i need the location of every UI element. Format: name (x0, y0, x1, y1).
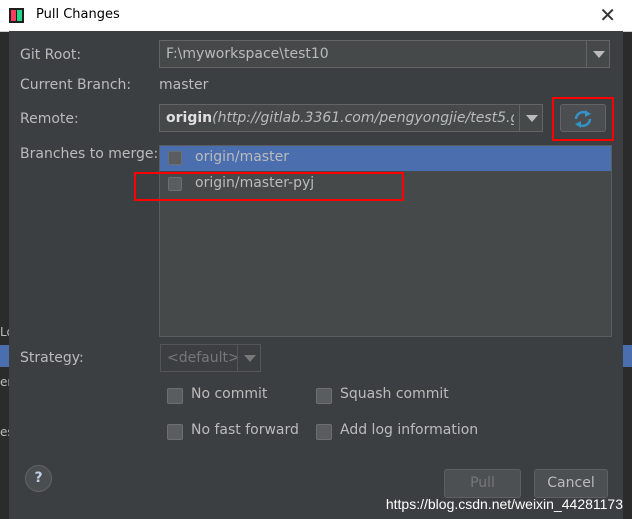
add-log-information-label: Add log information (340, 422, 479, 438)
branch-label: origin/master (195, 149, 289, 165)
dialog-titlebar: Pull Changes ✕ (0, 0, 632, 32)
background-ide-right-edge (623, 0, 632, 519)
no-commit-checkbox[interactable] (167, 388, 183, 404)
no-fast-forward-label: No fast forward (191, 422, 299, 438)
branches-to-merge-label: Branches to merge: (20, 146, 159, 162)
remote-label: Remote: (20, 111, 79, 127)
help-icon: ? (34, 470, 43, 486)
remote-name: origin (166, 110, 213, 126)
background-ide-left-edge: Lo er es (0, 0, 14, 519)
strategy-select[interactable]: <default> (160, 344, 261, 372)
intellij-app-icon (9, 8, 24, 23)
list-item-origin-master[interactable]: origin/master (160, 146, 611, 171)
help-button[interactable]: ? (25, 465, 52, 492)
git-root-value: F:\myworkspace\test10 (166, 46, 329, 62)
remote-url: (http://gitlab.3361.com/pengyongjie/test… (212, 110, 514, 126)
strategy-label: Strategy: (20, 350, 84, 366)
squash-commit-label: Squash commit (340, 386, 449, 402)
current-branch-value: master (159, 77, 209, 93)
pull-button[interactable]: Pull (444, 469, 521, 498)
pull-changes-dialog: Git Root: F:\myworkspace\test10 Current … (9, 31, 623, 519)
branch-checkbox[interactable] (168, 151, 182, 165)
cancel-button[interactable]: Cancel (534, 469, 608, 498)
no-commit-label: No commit (191, 386, 268, 402)
background-selection-bar (0, 345, 9, 367)
dialog-title: Pull Changes (36, 7, 120, 22)
chevron-down-icon[interactable] (586, 41, 609, 67)
watermark-text: https://blog.csdn.net/weixin_44281173 (385, 496, 623, 512)
git-root-select[interactable]: F:\myworkspace\test10 (159, 40, 610, 68)
squash-commit-checkbox[interactable] (316, 388, 332, 404)
highlight-box-refresh (552, 97, 614, 141)
remote-value: origin(http://gitlab.3361.com/pengyongji… (166, 110, 514, 126)
strategy-value: <default> (167, 350, 240, 366)
chevron-down-icon[interactable] (237, 345, 260, 371)
chevron-down-icon[interactable] (519, 105, 542, 131)
background-selection-bar (623, 345, 632, 367)
remote-select[interactable]: origin(http://gitlab.3361.com/pengyongji… (159, 104, 543, 132)
close-icon[interactable]: ✕ (599, 3, 616, 27)
current-branch-label: Current Branch: (20, 77, 132, 93)
git-root-label: Git Root: (20, 47, 82, 63)
add-log-information-checkbox[interactable] (316, 424, 332, 440)
no-fast-forward-checkbox[interactable] (167, 424, 183, 440)
highlight-box-branch (134, 172, 404, 201)
